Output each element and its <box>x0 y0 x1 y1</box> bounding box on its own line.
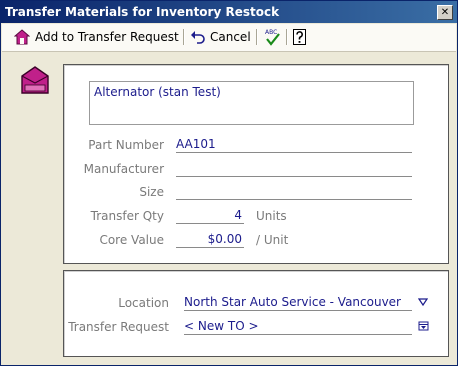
part-number-value: AA101 <box>176 137 412 153</box>
add-to-transfer-request-button[interactable]: Add to Transfer Request <box>14 27 179 47</box>
toolbar-separator <box>286 29 288 45</box>
location-label: Location <box>118 296 169 310</box>
help-icon <box>292 28 308 46</box>
manufacturer-value <box>176 161 412 177</box>
undo-arrow-icon <box>190 29 206 45</box>
house-add-icon <box>14 29 30 45</box>
transfer-qty-unit: Units <box>256 209 287 223</box>
toolbar-separator <box>183 29 185 45</box>
core-value-label: Core Value <box>99 233 164 247</box>
close-button[interactable]: ✕ <box>437 5 453 20</box>
transfer-request-lookup-icon[interactable] <box>418 320 429 334</box>
spellcheck-icon: ABC <box>264 27 282 47</box>
core-value-value: $0.00 <box>176 232 244 248</box>
sidebar <box>2 52 56 364</box>
transfer-request-dropdown[interactable]: < New TO > <box>184 319 412 335</box>
add-to-transfer-request-label: Add to Transfer Request <box>35 30 179 44</box>
toolbar-separator <box>256 29 258 45</box>
spellcheck-button[interactable]: ABC <box>264 27 282 47</box>
transfer-qty-input[interactable]: 4 <box>176 208 244 224</box>
svg-text:ABC: ABC <box>265 29 277 36</box>
size-value <box>176 184 412 200</box>
help-button[interactable] <box>292 27 308 47</box>
core-value-unit: / Unit <box>256 233 289 247</box>
location-dropdown[interactable]: North Star Auto Service - Vancouver <box>184 295 412 311</box>
transfer-request-label: Transfer Request <box>68 320 169 334</box>
transfer-destination-panel <box>63 270 449 357</box>
cancel-button[interactable]: Cancel <box>190 27 251 47</box>
part-number-label: Part Number <box>88 138 164 152</box>
window-title: Transfer Materials for Inventory Restock <box>5 5 280 19</box>
toolbar: Add to Transfer Request Cancel ABC <box>2 24 456 52</box>
cancel-label: Cancel <box>210 30 251 44</box>
dialog-window: Transfer Materials for Inventory Restock… <box>0 0 458 366</box>
inventory-package-icon <box>20 65 50 95</box>
part-description-field[interactable]: Alternator (stan Test) <box>89 81 414 125</box>
title-bar: Transfer Materials for Inventory Restock… <box>1 1 457 23</box>
location-dropdown-arrow-icon[interactable] <box>417 297 429 310</box>
transfer-qty-label: Transfer Qty <box>90 209 164 223</box>
manufacturer-label: Manufacturer <box>83 162 164 176</box>
size-label: Size <box>139 185 164 199</box>
